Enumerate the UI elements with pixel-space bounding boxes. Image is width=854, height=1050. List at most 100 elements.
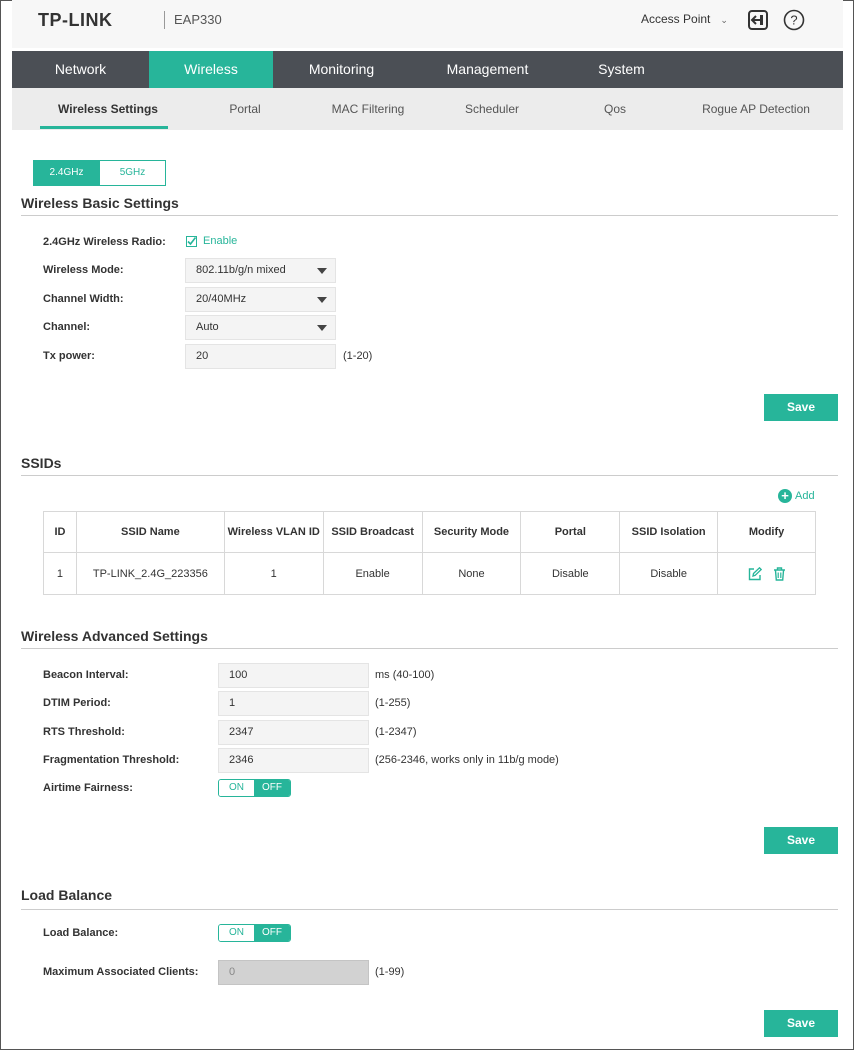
section-title-advanced: Wireless Advanced Settings	[21, 628, 208, 644]
cell-portal: Disable	[520, 552, 621, 595]
radio-enable-label: Enable	[203, 235, 238, 247]
help-icon[interactable]: ?	[783, 9, 805, 31]
app-header: TP-LINK EAP330 Access Point ⌄ ?	[12, 0, 843, 48]
tab-wireless[interactable]: Wireless	[149, 51, 273, 88]
section-divider	[21, 648, 838, 649]
delete-icon[interactable]	[773, 566, 786, 581]
svg-text:?: ?	[790, 13, 797, 28]
dropdown-arrow-icon	[317, 297, 327, 303]
plus-icon: +	[778, 489, 792, 503]
max-clients-label: Maximum Associated Clients:	[43, 966, 199, 978]
toggle-on-option[interactable]: ON	[219, 925, 255, 941]
table-header-row: ID SSID Name Wireless VLAN ID SSID Broad…	[43, 511, 816, 553]
max-clients-input: 0	[218, 960, 369, 985]
rts-threshold-hint: (1-2347)	[375, 726, 417, 738]
max-clients-hint: (1-99)	[375, 966, 405, 978]
dtim-period-input[interactable]: 1	[218, 691, 369, 716]
sub-nav: Wireless Settings Portal MAC Filtering S…	[12, 88, 843, 130]
subtab-qos[interactable]: Qos	[577, 88, 653, 130]
channel-width-value: 20/40MHz	[196, 293, 247, 305]
dropdown-arrow-icon	[317, 325, 327, 331]
radio-label: 2.4GHz Wireless Radio:	[43, 236, 166, 248]
tab-management[interactable]: Management	[410, 51, 565, 88]
dtim-period-label: DTIM Period:	[43, 697, 111, 709]
cell-ssid-name: TP-LINK_2.4G_223356	[75, 552, 225, 595]
column-header-id: ID	[43, 511, 77, 553]
logout-icon[interactable]	[747, 9, 769, 31]
section-title-basic: Wireless Basic Settings	[21, 195, 179, 211]
logo-divider	[164, 11, 165, 29]
table-row: 1 TP-LINK_2.4G_223356 1 Enable None Disa…	[43, 552, 816, 595]
section-divider	[21, 215, 838, 216]
add-ssid-label: Add	[795, 490, 815, 502]
dtim-period-hint: (1-255)	[375, 697, 411, 709]
tab-monitoring[interactable]: Monitoring	[273, 51, 410, 88]
save-load-balance-button[interactable]: Save	[764, 1010, 838, 1037]
fragmentation-threshold-input[interactable]: 2346	[218, 748, 369, 773]
subtab-rogue-ap-detection[interactable]: Rogue AP Detection	[687, 88, 825, 130]
device-model: EAP330	[174, 12, 222, 27]
save-basic-button[interactable]: Save	[764, 394, 838, 421]
channel-width-label: Channel Width:	[43, 293, 124, 305]
brand-logo: TP-LINK	[38, 10, 113, 30]
section-title-load-balance: Load Balance	[21, 887, 113, 903]
toggle-off-option[interactable]: OFF	[254, 925, 290, 941]
add-ssid-button[interactable]: + Add	[778, 489, 815, 503]
cell-isolation: Disable	[619, 552, 719, 595]
airtime-fairness-toggle[interactable]: ON OFF	[218, 779, 291, 797]
chevron-down-icon: ⌄	[720, 15, 728, 25]
tx-power-hint: (1-20)	[343, 350, 373, 362]
cell-id: 1	[43, 552, 77, 595]
column-header-vlan-id: Wireless VLAN ID	[223, 511, 324, 553]
cell-vlan-id: 1	[223, 552, 324, 595]
dropdown-arrow-icon	[317, 268, 327, 274]
wireless-mode-label: Wireless Mode:	[43, 264, 124, 276]
fragmentation-threshold-hint: (256-2346, works only in 11b/g mode)	[375, 754, 559, 766]
beacon-interval-hint: ms (40-100)	[375, 669, 435, 681]
band-tab-2-4ghz[interactable]: 2.4GHz	[33, 160, 100, 186]
cell-security: None	[421, 552, 522, 595]
save-advanced-button[interactable]: Save	[764, 827, 838, 854]
tab-system[interactable]: System	[565, 51, 678, 88]
rts-threshold-input[interactable]: 2347	[218, 720, 369, 745]
column-header-isolation: SSID Isolation	[619, 511, 719, 553]
wireless-mode-value: 802.11b/g/n mixed	[196, 264, 286, 276]
active-subtab-indicator	[40, 126, 168, 129]
channel-width-select[interactable]: 20/40MHz	[185, 287, 336, 312]
cell-broadcast: Enable	[322, 552, 423, 595]
column-header-portal: Portal	[520, 511, 621, 553]
column-header-ssid-name: SSID Name	[75, 511, 225, 553]
load-balance-toggle[interactable]: ON OFF	[218, 924, 291, 942]
edit-icon[interactable]	[748, 566, 762, 581]
column-header-modify: Modify	[717, 511, 816, 553]
tx-power-label: Tx power:	[43, 350, 95, 362]
load-balance-label: Load Balance:	[43, 927, 119, 939]
mode-select[interactable]: Access Point ⌄	[641, 12, 728, 26]
section-divider	[21, 475, 838, 476]
subtab-portal[interactable]: Portal	[205, 88, 285, 130]
tx-power-input[interactable]: 20	[185, 344, 336, 369]
channel-label: Channel:	[43, 321, 91, 333]
beacon-interval-input[interactable]: 100	[218, 663, 369, 688]
section-title-ssids: SSIDs	[21, 455, 62, 471]
wireless-mode-select[interactable]: 802.11b/g/n mixed	[185, 258, 336, 283]
subtab-wireless-settings[interactable]: Wireless Settings	[40, 88, 176, 130]
cell-modify	[717, 552, 816, 595]
airtime-fairness-label: Airtime Fairness:	[43, 782, 133, 794]
toggle-on-option[interactable]: ON	[219, 780, 255, 796]
rts-threshold-label: RTS Threshold:	[43, 726, 125, 738]
main-nav: Network Wireless Monitoring Management S…	[12, 51, 843, 88]
radio-enable-checkbox[interactable]	[186, 236, 197, 247]
subtab-mac-filtering[interactable]: MAC Filtering	[312, 88, 424, 130]
beacon-interval-label: Beacon Interval:	[43, 669, 129, 681]
fragmentation-threshold-label: Fragmentation Threshold:	[43, 754, 180, 766]
channel-select[interactable]: Auto	[185, 315, 336, 340]
section-divider	[21, 909, 838, 910]
tab-network[interactable]: Network	[12, 51, 149, 88]
channel-value: Auto	[196, 321, 219, 333]
subtab-scheduler[interactable]: Scheduler	[447, 88, 537, 130]
toggle-off-option[interactable]: OFF	[254, 780, 290, 796]
column-header-broadcast: SSID Broadcast	[322, 511, 423, 553]
band-tab-5ghz[interactable]: 5GHz	[99, 160, 166, 186]
ssid-table: ID SSID Name Wireless VLAN ID SSID Broad…	[43, 511, 816, 595]
